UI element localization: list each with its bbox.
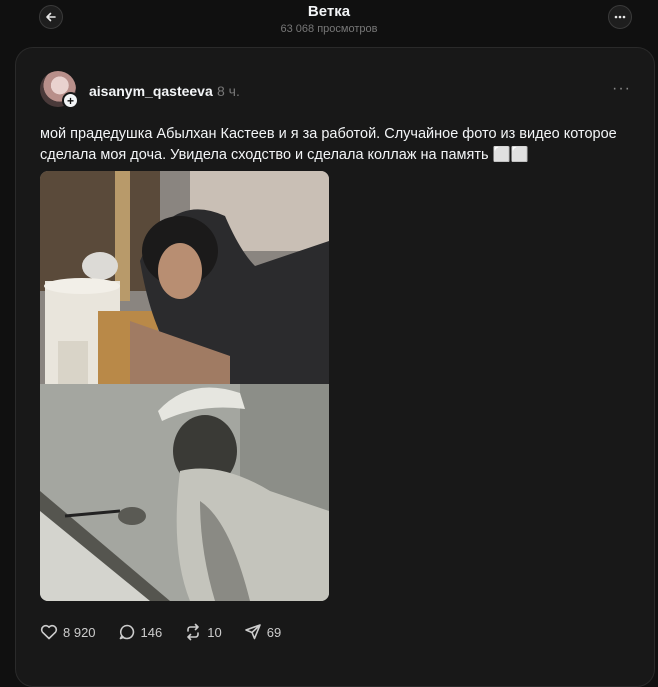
reply-button[interactable]: 146 <box>118 623 163 641</box>
post-card: + aisanym_qasteeva 8 ч. ··· мой прадедуш… <box>15 47 655 687</box>
like-count: 8 920 <box>63 624 96 640</box>
comment-icon <box>119 624 134 640</box>
follow-plus-icon[interactable]: + <box>62 92 79 109</box>
share-count: 69 <box>266 624 282 640</box>
more-horizontal-icon <box>614 15 626 19</box>
post-more-icon[interactable]: ··· <box>612 80 631 98</box>
like-button[interactable]: 8 920 <box>40 624 96 640</box>
share-button[interactable]: 69 <box>244 623 281 641</box>
view-count: 63 068 просмотров <box>280 23 378 35</box>
header-title-block: Ветка 63 068 просмотров <box>0 3 658 35</box>
post-actions: 8 920 146 10 69 <box>40 622 303 642</box>
post-timestamp: 8 ч. <box>217 83 240 99</box>
repost-button[interactable]: 10 <box>184 623 222 641</box>
post-photo-collage[interactable] <box>40 171 329 601</box>
post-text: мой прадедушка Абылхан Кастеев и я за ра… <box>40 126 617 163</box>
post-username[interactable]: aisanym_qasteeva <box>89 83 213 99</box>
repost-icon <box>187 623 200 641</box>
reply-count: 146 <box>140 624 163 640</box>
photo-collage-image <box>40 171 329 601</box>
repost-count: 10 <box>207 624 222 640</box>
send-icon <box>244 624 261 640</box>
more-options-button[interactable] <box>608 5 632 29</box>
top-bar: Ветка 63 068 просмотров <box>0 0 658 46</box>
page-title: Ветка <box>307 3 351 20</box>
heart-icon <box>40 624 58 640</box>
